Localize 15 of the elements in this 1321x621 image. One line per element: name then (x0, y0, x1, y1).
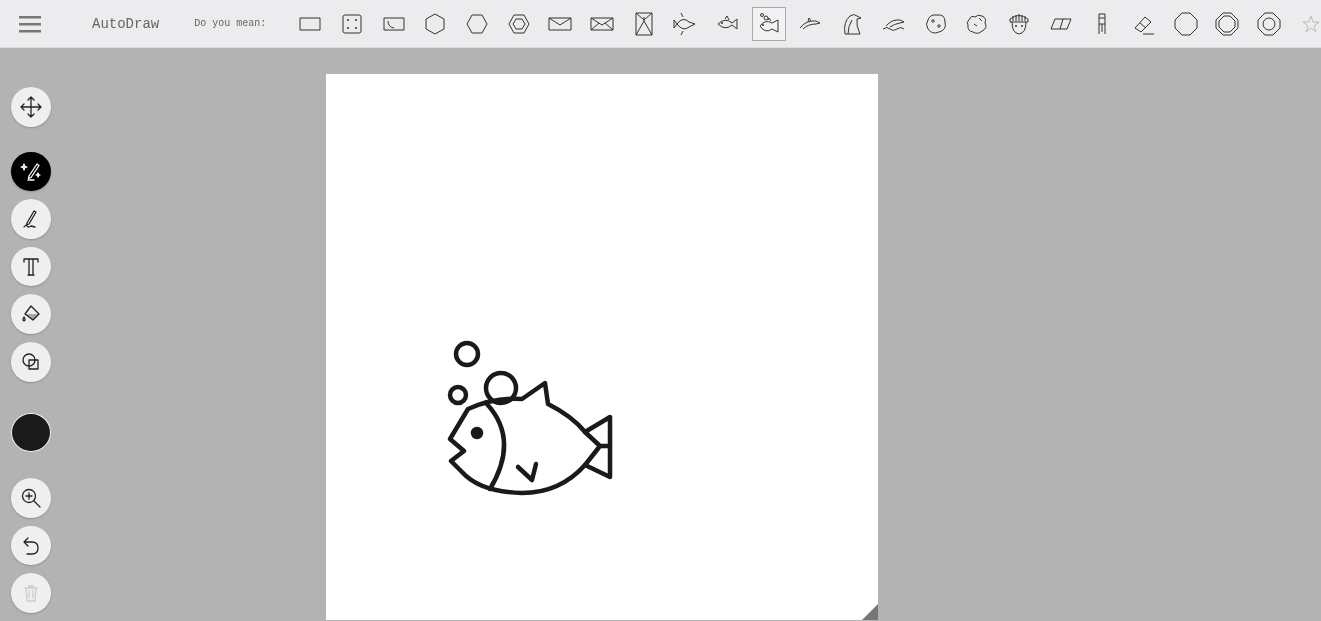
pencil-button[interactable] (10, 199, 51, 239)
zoom-in-button[interactable] (10, 478, 51, 518)
menu-icon[interactable] (19, 14, 41, 33)
resize-handle-icon[interactable] (862, 604, 878, 620)
suggestion-fish-icon[interactable] (751, 6, 786, 41)
color-swatch[interactable] (10, 412, 51, 453)
move-button[interactable] (10, 87, 51, 127)
suggestion-prompt: Do you mean: (194, 18, 267, 29)
move-icon (18, 94, 43, 119)
paint-bucket-button[interactable] (10, 294, 51, 334)
shapes-button[interactable] (10, 341, 51, 382)
app-title: AutoDraw (92, 15, 160, 32)
undo-button[interactable] (10, 525, 51, 566)
text-button[interactable] (10, 246, 51, 287)
magic-pencil-button[interactable] (10, 151, 51, 192)
